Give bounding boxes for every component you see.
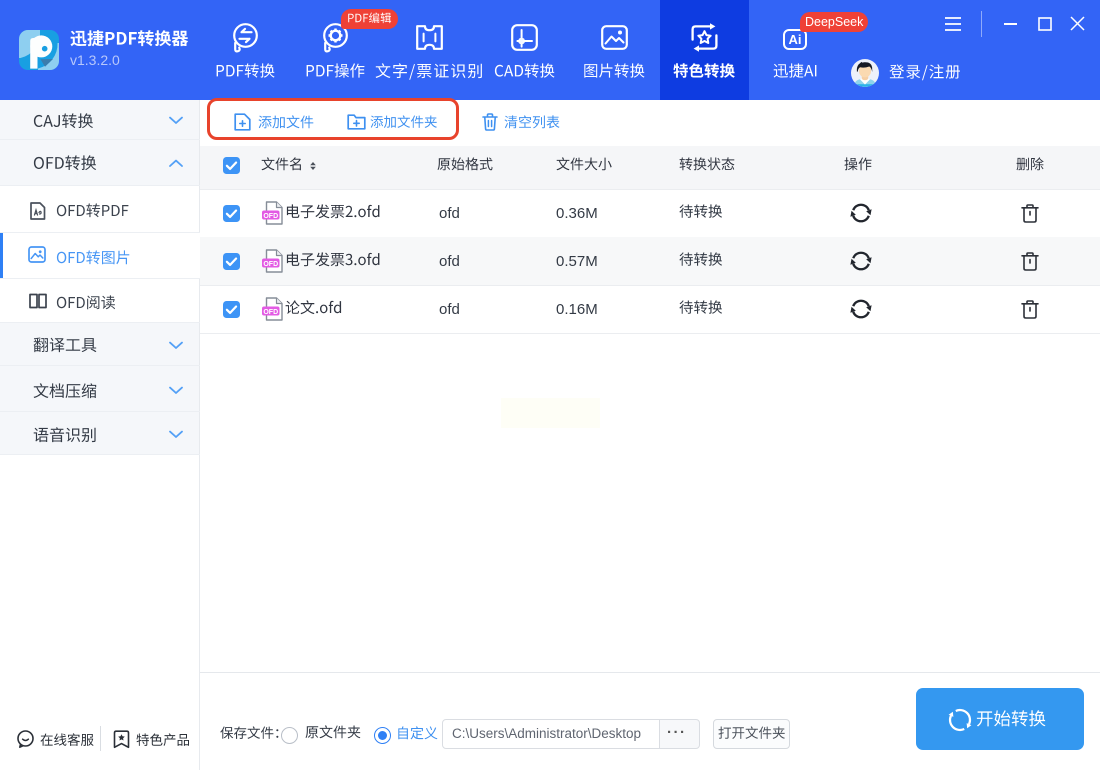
svg-text:OFD: OFD (263, 309, 278, 316)
svg-text:OFD: OFD (263, 261, 278, 268)
svg-text:OFD: OFD (263, 213, 278, 220)
